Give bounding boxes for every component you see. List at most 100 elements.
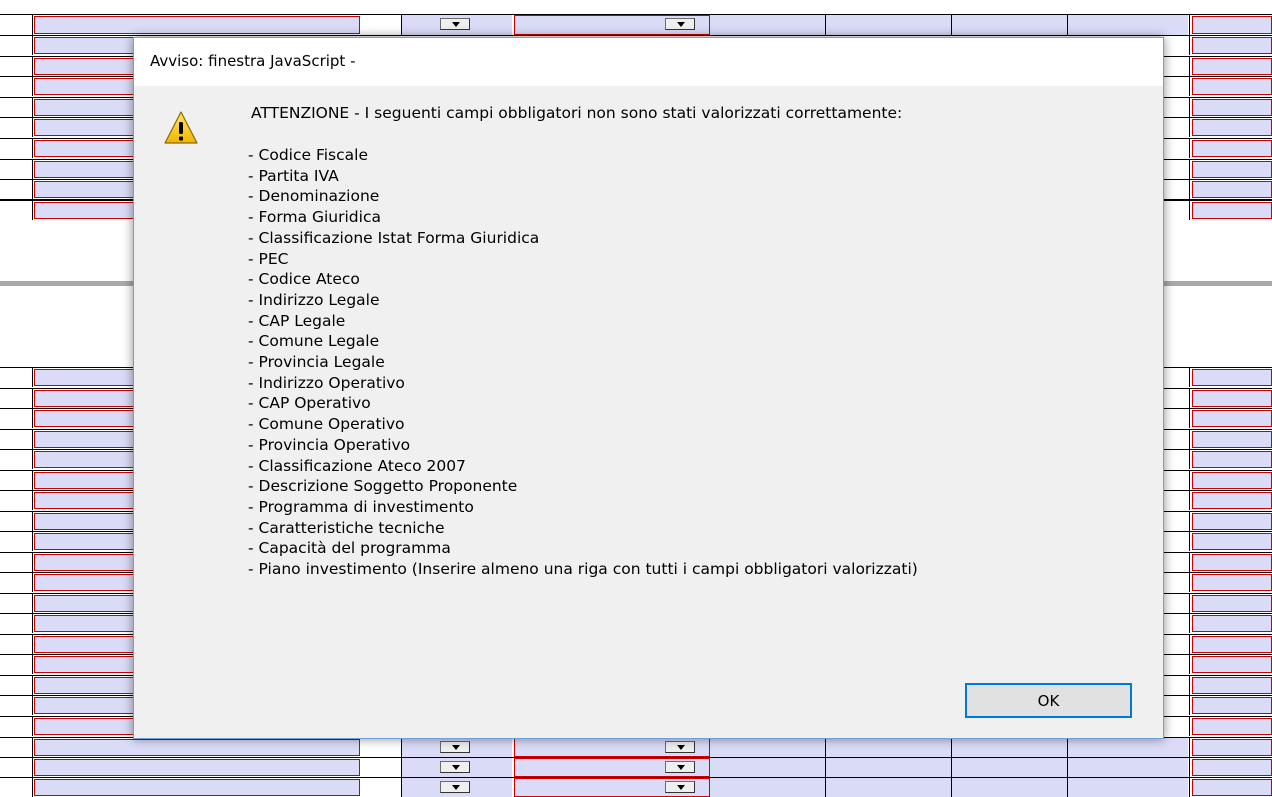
column-border	[32, 695, 33, 715]
required-text-field[interactable]	[1192, 202, 1272, 219]
required-text-field[interactable]	[1192, 759, 1272, 776]
required-text-field[interactable]	[1192, 677, 1272, 694]
required-text-field[interactable]	[1192, 554, 1272, 571]
ok-button[interactable]: OK	[965, 683, 1132, 718]
column-border	[1189, 159, 1190, 179]
missing-field-item: - CAP Legale	[248, 311, 346, 330]
dropdown-button[interactable]	[440, 741, 470, 753]
form-cell[interactable]	[710, 738, 826, 757]
column-border	[1189, 367, 1190, 387]
missing-field-item: - Codice Fiscale	[248, 146, 368, 164]
required-text-field[interactable]	[34, 16, 360, 34]
required-text-field[interactable]	[1192, 718, 1272, 735]
required-text-field[interactable]	[1192, 119, 1272, 136]
required-text-field[interactable]	[1192, 369, 1272, 386]
column-border	[1189, 14, 1190, 35]
required-text-field[interactable]	[1192, 574, 1272, 591]
required-text-field[interactable]	[1192, 472, 1272, 489]
required-text-field[interactable]	[1192, 140, 1272, 157]
form-cell[interactable]	[826, 15, 952, 35]
required-text-field[interactable]	[1192, 697, 1272, 714]
required-text-field[interactable]	[1192, 513, 1272, 530]
column-border	[32, 179, 33, 199]
required-text-field[interactable]	[1192, 739, 1272, 756]
column-border	[32, 367, 33, 387]
required-text-field[interactable]	[34, 779, 360, 796]
column-border	[1189, 716, 1190, 736]
dropdown-button[interactable]	[665, 781, 695, 793]
required-text-field[interactable]	[1192, 595, 1272, 612]
required-text-field[interactable]	[1192, 636, 1272, 653]
warning-icon	[164, 111, 198, 144]
column-border	[32, 490, 33, 510]
column-border	[1189, 593, 1190, 613]
column-border	[32, 35, 33, 55]
required-text-field[interactable]	[1192, 37, 1272, 54]
form-cell[interactable]	[1068, 778, 1188, 797]
column-border	[1189, 675, 1190, 695]
form-cell[interactable]	[710, 778, 826, 797]
form-cell[interactable]	[710, 15, 826, 35]
missing-field-item: - Forma Giuridica	[248, 208, 381, 227]
required-text-field[interactable]	[1192, 410, 1272, 427]
required-text-field[interactable]	[1192, 451, 1272, 468]
form-cell[interactable]	[952, 758, 1068, 777]
column-border	[32, 159, 33, 179]
required-text-field[interactable]	[1192, 99, 1272, 116]
required-text-field[interactable]	[1192, 656, 1272, 673]
form-cell[interactable]	[1068, 758, 1188, 777]
form-cell	[362, 758, 402, 777]
column-border	[32, 593, 33, 613]
missing-field-item: - Provincia Legale	[248, 353, 385, 372]
column-border	[32, 117, 33, 137]
required-text-field[interactable]	[1192, 181, 1272, 198]
dropdown-button[interactable]	[440, 18, 470, 30]
column-border	[32, 777, 33, 797]
form-cell[interactable]	[1068, 738, 1188, 757]
column-border	[1189, 695, 1190, 715]
form-cell[interactable]	[952, 738, 1068, 757]
required-text-field[interactable]	[1192, 533, 1272, 550]
required-text-field[interactable]	[1192, 431, 1272, 448]
column-border	[32, 634, 33, 654]
form-cell[interactable]	[952, 778, 1068, 797]
dropdown-button[interactable]	[665, 761, 695, 773]
column-border	[32, 200, 33, 220]
form-cell[interactable]	[952, 15, 1068, 35]
column-border	[32, 737, 33, 757]
missing-field-item: - Programma di investimento	[248, 497, 474, 516]
required-text-field[interactable]	[34, 759, 360, 776]
column-border	[32, 138, 33, 158]
required-text-field[interactable]	[34, 739, 360, 756]
form-cell[interactable]	[710, 758, 826, 777]
dropdown-button[interactable]	[665, 741, 695, 753]
column-border	[1189, 76, 1190, 96]
dialog-titlebar: Avviso: finestra JavaScript -	[134, 38, 1163, 86]
required-text-field[interactable]	[1192, 161, 1272, 178]
dropdown-button[interactable]	[665, 18, 695, 30]
required-text-field[interactable]	[1192, 16, 1272, 34]
dropdown-button[interactable]	[440, 761, 470, 773]
dropdown-button[interactable]	[440, 781, 470, 793]
column-border	[32, 675, 33, 695]
column-border	[1189, 449, 1190, 469]
column-border	[32, 470, 33, 490]
required-text-field[interactable]	[1192, 615, 1272, 632]
required-text-field[interactable]	[1192, 58, 1272, 75]
required-text-field[interactable]	[1192, 779, 1272, 796]
column-border	[32, 76, 33, 96]
column-border	[1189, 408, 1190, 428]
required-text-field[interactable]	[1192, 492, 1272, 509]
form-cell[interactable]	[826, 738, 952, 757]
column-border	[32, 531, 33, 551]
required-text-field[interactable]	[1192, 78, 1272, 95]
column-border	[1189, 179, 1190, 199]
form-cell[interactable]	[826, 778, 952, 797]
column-border	[1189, 200, 1190, 220]
missing-field-item: - Partita IVA	[248, 166, 339, 185]
form-cell[interactable]	[1068, 15, 1188, 35]
form-cell[interactable]	[826, 758, 952, 777]
required-text-field[interactable]	[1192, 390, 1272, 407]
column-border	[32, 14, 33, 35]
missing-field-item: - Comune Legale	[248, 332, 380, 351]
